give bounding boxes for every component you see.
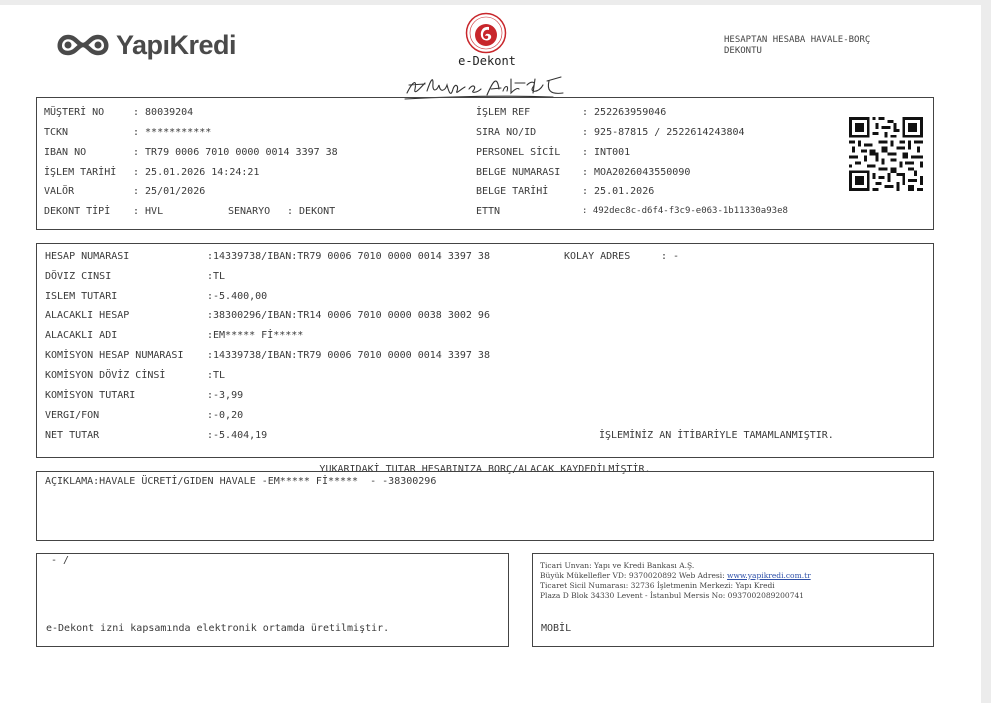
detail-label: VERGI/FON	[45, 410, 100, 421]
info-label: PERSONEL SİCİL	[476, 147, 561, 158]
info-row: MÜŞTERİ NO	[44, 107, 104, 118]
qr-code-icon	[849, 117, 923, 191]
status-note: İŞLEMİNİZ AN İTİBARİYLE TAMAMLANMIŞTIR.	[599, 430, 834, 441]
detail-label: ISLEM TUTARI	[45, 291, 118, 302]
detail-label: HESAP NUMARASI	[45, 251, 130, 262]
info-label: IBAN NO	[44, 147, 87, 158]
detail-label: KOMİSYON HESAP NUMARASI	[45, 350, 184, 361]
info-label: DEKONT TİPİ	[44, 206, 111, 217]
description-text: AÇIKLAMA:HAVALE ÜCRETİ/GIDEN HAVALE -EM*…	[45, 476, 437, 487]
info-label: ETTN	[476, 206, 501, 217]
info-value: : 25/01/2026	[133, 186, 206, 197]
detail-value: :38300296/IBAN:TR14 0006 7010 0000 0038 …	[207, 310, 490, 321]
detail-label: KOMİSYON DÖVİZ CİNSİ	[45, 370, 166, 381]
info-label: İŞLEM REF	[476, 107, 531, 118]
logo-knot-icon	[57, 34, 109, 56]
legal-line: Ticari Unvan: Yapı ve Kredi Bankası A.Ş.	[540, 561, 695, 570]
info-label: İŞLEM TARİHİ	[44, 167, 117, 178]
detail-value: :14339738/IBAN:TR79 0006 7010 0000 0014 …	[207, 251, 490, 262]
detail-value: :-3,99	[207, 390, 244, 401]
info-value: : 492dec8c-d6f4-f3c9-e063-1b11330a93e8	[582, 206, 788, 216]
scenario-value: : DEKONT	[287, 206, 336, 217]
info-value: : 925-87815 / 2522614243804	[582, 127, 745, 138]
info-label: BELGE TARİHİ	[476, 186, 549, 197]
legal-line-prefix: Büyük Mükellefler VD: 9370020892 Web Adr…	[540, 571, 728, 580]
bank-legal-info: Ticari Unvan: Yapı ve Kredi Bankası A.Ş.…	[540, 561, 930, 601]
detail-label: NET TUTAR	[45, 430, 100, 441]
website-link[interactable]: www.yapikredi.com.tr	[727, 571, 811, 580]
info-value: : ***********	[133, 127, 212, 138]
info-value: : MOA2026043550090	[582, 167, 691, 178]
info-value: : 25.01.2026 14:24:21	[133, 167, 260, 178]
detail-label: DÖVIZ CINSI	[45, 271, 112, 282]
document-type-line-1: HESAPTAN HESABA HAVALE-BORÇ	[724, 35, 871, 45]
viewer-edge	[981, 0, 991, 703]
yapikredi-logo: YapıKredi	[54, 29, 237, 61]
detail-label: ALACAKLI ADI	[45, 330, 118, 341]
legal-line: Büyük Mükellefler VD: 9370020892 Web Adr…	[540, 571, 930, 581]
kolay-adres-value: : -	[661, 251, 680, 262]
detail-label: ALACAKLI HESAP	[45, 310, 130, 321]
info-value: : 25.01.2026	[582, 186, 655, 197]
document-title: e-Dekont	[458, 54, 516, 68]
info-value: : INT001	[582, 147, 631, 158]
detail-value: :-5.400,00	[207, 291, 268, 302]
legal-line: Ticaret Sicil Numarası: 32736 İşletmenin…	[540, 581, 775, 590]
kolay-adres-label: KOLAY ADRES	[564, 251, 631, 262]
info-value: : 80039204	[133, 107, 194, 118]
info-label: MÜŞTERİ NO	[44, 107, 105, 118]
footer-left-note: e-Dekont izni kapsamında elektronik orta…	[46, 623, 390, 634]
scenario-label: SENARYO	[228, 206, 271, 217]
info-label: TCKN	[44, 127, 69, 138]
detail-value: :EM***** Fİ*****	[207, 330, 304, 341]
legal-line: Plaza D Blok 34330 Levent - İstanbul Mer…	[540, 591, 805, 600]
detail-value: :TL	[207, 271, 226, 282]
footer-left-top: - /	[45, 555, 70, 566]
document-type: HESAPTAN HESABA HAVALE-BORÇ DEKONTU	[724, 35, 934, 57]
e-dekont-seal-icon	[465, 12, 507, 54]
brand-name: YapıKredi	[116, 29, 237, 60]
channel-label: MOBİL	[541, 623, 572, 634]
receipt-page: YapıKredi e-Dekont HESAPTAN HESABA HAVAL…	[0, 5, 981, 703]
info-label: VALÖR	[44, 186, 75, 197]
info-value: : TR79 0006 7010 0000 0014 3397 38	[133, 147, 338, 158]
detail-label: KOMİSYON TUTARI	[45, 390, 136, 401]
document-type-line-2: DEKONTU	[724, 46, 762, 56]
detail-value: :14339738/IBAN:TR79 0006 7010 0000 0014 …	[207, 350, 490, 361]
info-value: : 252263959046	[582, 107, 667, 118]
info-value: : HVL	[133, 206, 164, 217]
detail-value: :TL	[207, 370, 226, 381]
info-label: BELGE NUMARASI	[476, 167, 561, 178]
info-label: SIRA NO/ID	[476, 127, 537, 138]
detail-value: :-5.404,19	[207, 430, 268, 441]
detail-value: :-0,20	[207, 410, 244, 421]
